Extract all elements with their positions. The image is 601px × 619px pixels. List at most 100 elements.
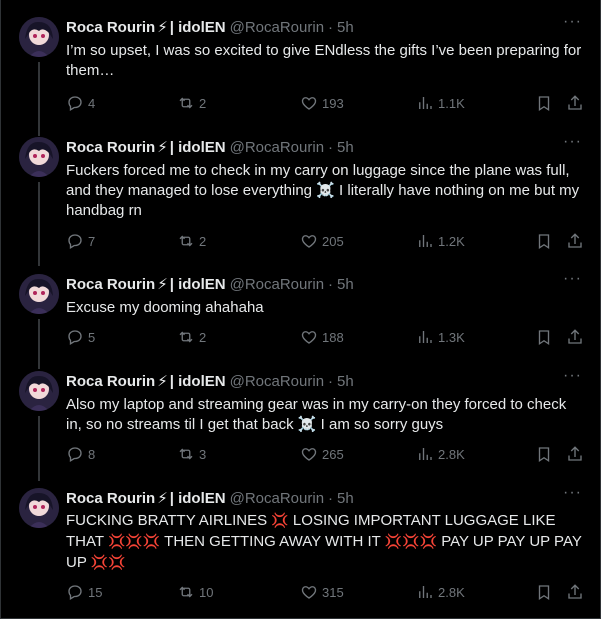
author-suffix[interactable]: | idolEN xyxy=(170,490,226,507)
tweet-text: Also my laptop and streaming gear was in… xyxy=(66,396,567,433)
author-name[interactable]: Roca Rourin xyxy=(66,139,155,156)
avatar[interactable] xyxy=(19,137,59,177)
reply-icon xyxy=(68,447,82,462)
bookmark-button[interactable] xyxy=(535,328,553,346)
like-button[interactable]: 205 xyxy=(300,232,344,250)
author-suffix[interactable]: | idolEN xyxy=(170,19,226,36)
timestamp[interactable]: 5h xyxy=(337,276,354,293)
repost-icon xyxy=(179,331,193,343)
reply-count: 15 xyxy=(88,584,103,600)
views-button[interactable]: 1.1K xyxy=(416,94,465,112)
share-icon xyxy=(568,233,582,248)
reply-icon xyxy=(68,234,82,249)
share-button[interactable] xyxy=(566,328,584,346)
timestamp[interactable]: 5h xyxy=(337,19,354,36)
author-handle[interactable]: @RocaRourin xyxy=(230,139,324,156)
share-button[interactable] xyxy=(566,94,584,112)
like-button[interactable]: 265 xyxy=(300,445,344,463)
skull-emoji: ☠️ xyxy=(316,182,335,199)
author-name[interactable]: Roca Rourin xyxy=(66,373,155,390)
tweet-text: Fuckers forced me to check in my carry o… xyxy=(66,162,580,219)
views-count: 1.3K xyxy=(438,329,465,345)
author-handle[interactable]: @RocaRourin xyxy=(230,19,324,36)
reply-count: 8 xyxy=(88,446,96,462)
like-button[interactable]: 193 xyxy=(300,94,344,112)
reply-count: 7 xyxy=(88,233,96,249)
bookmark-icon xyxy=(538,234,550,250)
anger-emoji: 💢 xyxy=(402,533,420,549)
repost-button[interactable]: 10 xyxy=(177,583,213,601)
views-icon xyxy=(419,448,432,460)
author-name[interactable]: Roca Rourin xyxy=(66,276,155,293)
anger-emoji: 💢 xyxy=(90,554,109,570)
avatar[interactable] xyxy=(19,488,59,528)
lightning-icon: ⚡ xyxy=(157,490,168,507)
reply-icon xyxy=(68,585,82,600)
bookmark-icon xyxy=(538,96,550,112)
views-icon xyxy=(419,586,432,598)
author-handle[interactable]: @RocaRourin xyxy=(230,373,324,390)
repost-button[interactable]: 3 xyxy=(177,445,206,463)
reply-button[interactable]: 7 xyxy=(66,232,95,250)
lightning-icon: ⚡ xyxy=(157,19,168,36)
repost-button[interactable]: 2 xyxy=(177,94,206,112)
author-handle[interactable]: @RocaRourin xyxy=(230,490,324,507)
like-button[interactable]: 315 xyxy=(300,583,344,601)
like-button[interactable]: 188 xyxy=(300,328,344,346)
more-icon[interactable]: ··· xyxy=(563,367,582,385)
share-button[interactable] xyxy=(566,232,584,250)
repost-count: 3 xyxy=(199,446,207,462)
author-suffix[interactable]: | idolEN xyxy=(170,373,226,390)
reply-button[interactable]: 5 xyxy=(66,328,95,346)
reply-button[interactable]: 8 xyxy=(66,445,95,463)
bookmark-button[interactable] xyxy=(535,445,553,463)
anger-emoji: 💢 xyxy=(271,512,289,528)
like-count: 265 xyxy=(322,446,344,462)
share-icon xyxy=(568,329,582,344)
anger-emoji: 💢 xyxy=(384,533,403,549)
more-icon[interactable]: ··· xyxy=(563,13,582,31)
bookmark-button[interactable] xyxy=(535,232,553,250)
anger-emoji: 💢 xyxy=(125,533,143,549)
views-button[interactable]: 2.8K xyxy=(416,583,465,601)
views-button[interactable]: 2.8K xyxy=(416,445,465,463)
repost-icon xyxy=(179,586,193,598)
thread-line xyxy=(38,416,40,481)
anger-emoji: 💢 xyxy=(108,554,126,570)
bookmark-icon xyxy=(538,585,550,601)
author-name[interactable]: Roca Rourin xyxy=(66,19,155,36)
reply-button[interactable]: 4 xyxy=(66,94,95,112)
reply-icon xyxy=(68,330,82,345)
views-button[interactable]: 1.2K xyxy=(416,232,465,250)
repost-button[interactable]: 2 xyxy=(177,232,206,250)
bookmark-button[interactable] xyxy=(535,583,553,601)
timestamp[interactable]: 5h xyxy=(337,490,354,507)
share-icon xyxy=(568,584,582,599)
author-suffix[interactable]: | idolEN xyxy=(170,276,226,293)
more-icon[interactable]: ··· xyxy=(563,484,582,502)
like-count: 193 xyxy=(322,95,344,111)
anger-emoji: 💢 xyxy=(142,533,161,549)
repost-button[interactable]: 2 xyxy=(177,328,206,346)
more-icon[interactable]: ··· xyxy=(563,270,582,288)
bookmark-button[interactable] xyxy=(535,94,553,112)
avatar[interactable] xyxy=(19,17,59,57)
tweet-text: I’m so upset, I was so excited to give E… xyxy=(66,42,582,79)
views-icon xyxy=(419,331,432,343)
like-icon xyxy=(301,448,317,461)
timestamp[interactable]: 5h xyxy=(337,139,354,156)
reply-button[interactable]: 15 xyxy=(66,583,102,601)
author-name[interactable]: Roca Rourin xyxy=(66,490,155,507)
avatar[interactable] xyxy=(19,274,59,314)
share-button[interactable] xyxy=(566,583,584,601)
views-button[interactable]: 1.3K xyxy=(416,328,465,346)
lightning-icon: ⚡ xyxy=(157,139,168,156)
timestamp[interactable]: 5h xyxy=(337,373,354,390)
share-button[interactable] xyxy=(566,445,584,463)
avatar[interactable] xyxy=(19,371,59,411)
more-icon[interactable]: ··· xyxy=(563,133,582,151)
tweet-text: Excuse my dooming ahahaha xyxy=(66,299,264,316)
author-suffix[interactable]: | idolEN xyxy=(170,139,226,156)
action-bar: 8 3 265 2.8K xyxy=(66,445,586,465)
author-handle[interactable]: @RocaRourin xyxy=(230,276,324,293)
